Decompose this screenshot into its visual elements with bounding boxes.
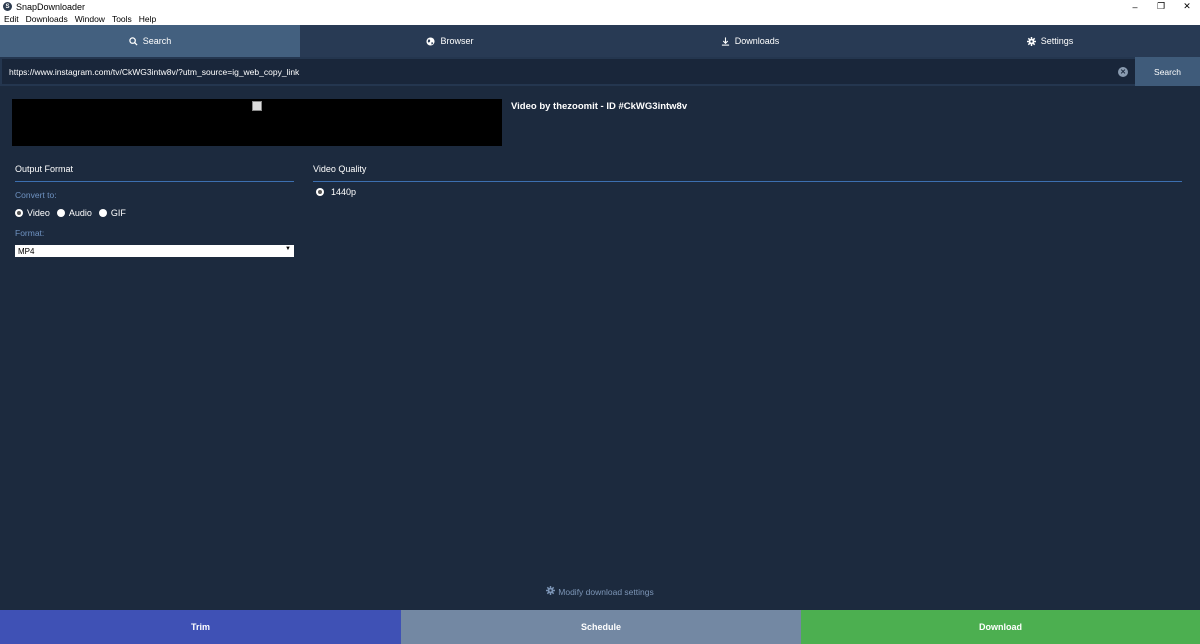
globe-icon xyxy=(426,36,436,46)
video-thumbnail xyxy=(12,99,502,146)
download-icon xyxy=(721,36,730,46)
tab-settings-label: Settings xyxy=(1040,36,1074,46)
video-quality-divider xyxy=(313,181,1182,182)
radio-gif-label: GIF xyxy=(110,208,126,218)
gear-icon xyxy=(546,586,556,597)
action-bar: Trim Schedule Download xyxy=(0,610,1200,644)
tab-downloads-label: Downloads xyxy=(734,36,780,46)
output-format-divider xyxy=(15,181,294,182)
format-select[interactable]: MP4 ▼ xyxy=(15,245,294,257)
title-bar: S SnapDownloader – ❐ ✕ xyxy=(0,0,1200,13)
menu-downloads[interactable]: Downloads xyxy=(26,14,68,24)
format-select-value: MP4 xyxy=(18,246,35,256)
tab-search[interactable]: Search xyxy=(0,25,300,57)
window-controls: – ❐ ✕ xyxy=(1122,0,1200,13)
radio-gif[interactable] xyxy=(98,209,107,217)
menu-bar: Edit Downloads Window Tools Help xyxy=(0,13,1200,25)
modify-download-settings[interactable]: Modify download settings xyxy=(0,586,1200,597)
video-title: Video by thezoomit - ID #CkWG3intw8v xyxy=(511,101,688,112)
convert-to-label: Convert to: xyxy=(15,190,57,200)
restore-button[interactable]: ❐ xyxy=(1148,0,1174,13)
tab-downloads[interactable]: Downloads xyxy=(600,25,900,57)
app-logo-icon: S xyxy=(3,2,12,11)
modify-download-settings-label: Modify download settings xyxy=(558,586,654,597)
menu-help[interactable]: Help xyxy=(139,14,156,24)
tab-browser-label: Browser xyxy=(440,36,474,46)
chevron-down-icon: ▼ xyxy=(285,246,291,252)
broken-image-icon xyxy=(252,101,262,111)
radio-audio-label: Audio xyxy=(68,208,92,218)
radio-quality-1440p-label: 1440p xyxy=(331,187,357,197)
video-quality-options: 1440p xyxy=(316,187,363,197)
format-label: Format: xyxy=(15,228,45,238)
tab-search-label: Search xyxy=(142,36,172,46)
video-quality-heading: Video Quality xyxy=(313,164,367,174)
schedule-button[interactable]: Schedule xyxy=(401,610,801,644)
output-format-heading: Output Format xyxy=(15,164,74,174)
menu-window[interactable]: Window xyxy=(75,14,105,24)
url-input[interactable] xyxy=(2,59,1135,84)
trim-button[interactable]: Trim xyxy=(0,610,401,644)
tab-settings[interactable]: Settings xyxy=(900,25,1200,57)
radio-video[interactable] xyxy=(15,209,23,217)
clear-icon[interactable]: ✕ xyxy=(1118,67,1128,77)
search-button[interactable]: Search xyxy=(1135,57,1200,86)
radio-video-label: Video xyxy=(27,208,50,218)
url-bar: ✕ Search xyxy=(0,57,1200,86)
main-tabs: Search Browser Downloads Settings xyxy=(0,25,1200,57)
download-button[interactable]: Download xyxy=(801,610,1200,644)
url-input-wrapper: ✕ xyxy=(2,59,1135,84)
menu-tools[interactable]: Tools xyxy=(112,14,132,24)
gear-icon xyxy=(1026,36,1036,46)
minimize-button[interactable]: – xyxy=(1122,0,1148,13)
radio-quality-1440p[interactable] xyxy=(316,188,324,196)
tab-browser[interactable]: Browser xyxy=(300,25,600,57)
close-button[interactable]: ✕ xyxy=(1174,0,1200,13)
radio-audio[interactable] xyxy=(56,209,65,217)
menu-edit[interactable]: Edit xyxy=(4,14,19,24)
search-icon xyxy=(129,36,138,46)
convert-to-options: Video Audio GIF xyxy=(15,208,133,218)
window-title: SnapDownloader xyxy=(16,1,86,12)
